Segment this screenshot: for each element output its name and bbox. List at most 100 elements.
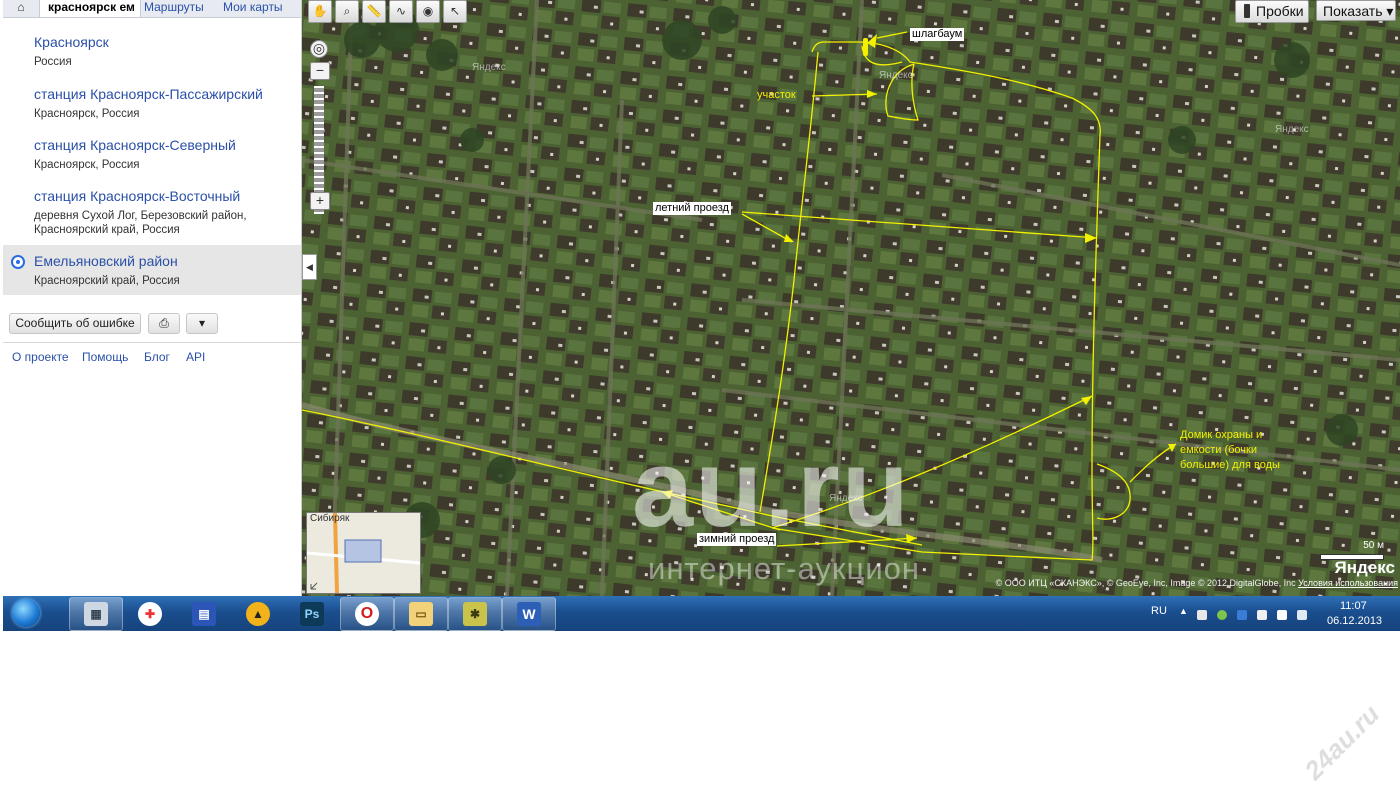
- select-icon: ↖: [449, 4, 461, 18]
- traffic-button[interactable]: Пробки: [1235, 0, 1309, 23]
- result-subtitle: деревня Сухой Лог, Березовский район,: [34, 210, 247, 222]
- result-title[interactable]: станция Красноярск-Северный: [34, 137, 236, 153]
- result-item[interactable]: станция Красноярск-Северный Красноярск, …: [3, 133, 301, 173]
- zoom-tool-button[interactable]: ⌕: [335, 0, 359, 23]
- floppy-icon: ▤: [192, 602, 216, 626]
- taskbar-app[interactable]: W: [502, 597, 556, 631]
- satellite-map[interactable]: ◀ ✋ ⌕ 📏 ∿ ◉ ↖ ◎ − + Пробки Показать ▾ шл…: [302, 0, 1400, 596]
- printer-icon: ⎙: [159, 316, 169, 330]
- footer-link-api[interactable]: API: [186, 350, 205, 364]
- traffic-light-icon: [1244, 4, 1250, 18]
- taskbar-app[interactable]: ▦: [69, 597, 123, 631]
- panel-tabs: ⌂ красноярск ем Маршруты Мои карты: [3, 0, 301, 18]
- label-guard-line: емкости (бочки: [1180, 444, 1257, 456]
- first-aid-icon: ✚: [138, 602, 162, 626]
- taskbar-app[interactable]: ✱: [448, 597, 502, 631]
- photoshop-icon: Ps: [300, 602, 324, 626]
- clock-time[interactable]: 11:07: [1340, 600, 1367, 612]
- word-icon: W: [517, 602, 541, 626]
- puzzle-icon: ✱: [463, 602, 487, 626]
- tab-home[interactable]: ⌂: [3, 0, 40, 17]
- taskbar-app[interactable]: ▲: [231, 597, 285, 631]
- start-button[interactable]: [5, 596, 45, 631]
- result-subtitle: Красноярский край, Россия: [34, 224, 180, 236]
- device-icon[interactable]: [1257, 610, 1267, 620]
- result-subtitle: Красноярский край, Россия: [34, 275, 180, 287]
- yandex-tile-watermark: Яндекс: [879, 70, 913, 81]
- taskbar-app[interactable]: ▭: [394, 597, 448, 631]
- route-tool-button[interactable]: ∿: [389, 0, 413, 23]
- hand-icon: ✋: [312, 4, 328, 18]
- barrier-marker: [863, 38, 868, 56]
- zoom-in-button[interactable]: +: [310, 192, 330, 210]
- footer-link-about[interactable]: О проекте: [12, 350, 69, 364]
- result-item[interactable]: Красноярск Россия: [3, 30, 301, 70]
- marker-tool-button[interactable]: ◉: [416, 0, 440, 23]
- network-tray-icon[interactable]: [1297, 610, 1307, 620]
- report-error-button[interactable]: Сообщить об ошибке: [9, 313, 141, 334]
- label-plot: участок: [757, 89, 796, 101]
- chevron-left-icon: ◀: [306, 262, 313, 272]
- layers-label: Показать: [1323, 3, 1383, 19]
- marker-icon: ◉: [422, 4, 434, 18]
- bluetooth-icon[interactable]: [1237, 610, 1247, 620]
- copyright-text: © ООО ИТЦ «СКАНЭКС», © GeoEye, Inc, Imag…: [996, 578, 1398, 588]
- au-watermark: au.ru: [632, 427, 911, 550]
- clock-date[interactable]: 06.12.2013: [1327, 615, 1382, 627]
- locate-icon: ◎: [312, 40, 326, 56]
- copyright-owners: © ООО ИТЦ «СКАНЭКС», © GeoEye, Inc, Imag…: [995, 578, 1296, 588]
- print-button[interactable]: ⎙: [148, 313, 180, 334]
- minimap-graphic: [307, 513, 420, 593]
- ruler-icon: 📏: [366, 4, 382, 18]
- label-barrier: шлагбаум: [910, 28, 965, 41]
- result-item[interactable]: станция Красноярск-Восточный деревня Сух…: [3, 184, 301, 240]
- result-title[interactable]: Красноярск: [34, 34, 109, 50]
- taskbar-app[interactable]: ▤: [177, 597, 231, 631]
- footer-link-help[interactable]: Помощь: [82, 350, 128, 364]
- result-subtitle: Красноярск, Россия: [34, 108, 140, 120]
- divider: [3, 342, 301, 343]
- search-panel: ⌂ красноярск ем Маршруты Мои карты Красн…: [3, 0, 302, 596]
- pan-tool-button[interactable]: ✋: [308, 0, 332, 23]
- locate-button[interactable]: ◎: [310, 40, 328, 58]
- tab-my-maps[interactable]: Мои карты: [223, 0, 283, 17]
- result-item[interactable]: станция Красноярск-Пассажирский Краснояр…: [3, 82, 301, 122]
- show-hidden-icons-button[interactable]: ▲: [1179, 606, 1188, 616]
- label-guard-line: большие) для воды: [1180, 459, 1280, 471]
- footer-link-blog[interactable]: Блог: [144, 350, 170, 364]
- yandex-tile-watermark: Яндекс: [1275, 124, 1309, 135]
- chevron-up-icon: ▲: [1179, 606, 1188, 616]
- result-item-selected[interactable]: Емельяновский район Красноярский край, Р…: [3, 245, 301, 295]
- link-button[interactable]: ▾: [186, 313, 218, 334]
- result-subtitle: Красноярск, Россия: [34, 159, 140, 171]
- result-title[interactable]: станция Красноярск-Восточный: [34, 188, 240, 204]
- tab-search[interactable]: красноярск ем: [40, 0, 141, 17]
- result-title[interactable]: станция Красноярск-Пассажирский: [34, 86, 263, 102]
- usb-icon[interactable]: [1277, 610, 1287, 620]
- taskbar-app[interactable]: ✚: [123, 597, 177, 631]
- pin-icon: ▾: [198, 316, 206, 330]
- system-tray: RU ▲ 11:07 06.12.2013: [1135, 596, 1400, 631]
- route-icon: ∿: [395, 4, 407, 18]
- overview-minimap[interactable]: Сибиряк: [306, 512, 421, 594]
- ruler-tool-button[interactable]: 📏: [362, 0, 386, 23]
- traffic-label: Пробки: [1256, 3, 1304, 19]
- collapse-panel-button[interactable]: ◀: [302, 254, 317, 280]
- antivirus-icon[interactable]: [1217, 610, 1227, 620]
- folder-icon: ▭: [409, 602, 433, 626]
- taskbar-app[interactable]: Ps: [285, 597, 339, 631]
- tab-routes[interactable]: Маршруты: [144, 0, 204, 17]
- zoom-control: ◎ − +: [310, 40, 330, 214]
- windows-logo-icon: [12, 599, 40, 627]
- layers-dropdown[interactable]: Показать ▾: [1316, 0, 1396, 21]
- select-tool-button[interactable]: ↖: [443, 0, 467, 23]
- flag-icon[interactable]: [1197, 610, 1207, 620]
- zoom-out-button[interactable]: −: [310, 62, 330, 80]
- label-summer-road: летний проезд: [653, 202, 731, 215]
- terms-link[interactable]: Условия использования: [1298, 578, 1398, 588]
- language-indicator[interactable]: RU: [1151, 605, 1167, 617]
- result-title[interactable]: Емельяновский район: [34, 253, 178, 269]
- taskbar-app[interactable]: O: [340, 597, 394, 631]
- windows-taskbar: ▦ ✚ ▤ ▲ Ps O ▭ ✱ W RU ▲ 11:07 06.12.2013: [3, 596, 1400, 631]
- desktop-screen: ⌂ красноярск ем Маршруты Мои карты Красн…: [3, 0, 1400, 631]
